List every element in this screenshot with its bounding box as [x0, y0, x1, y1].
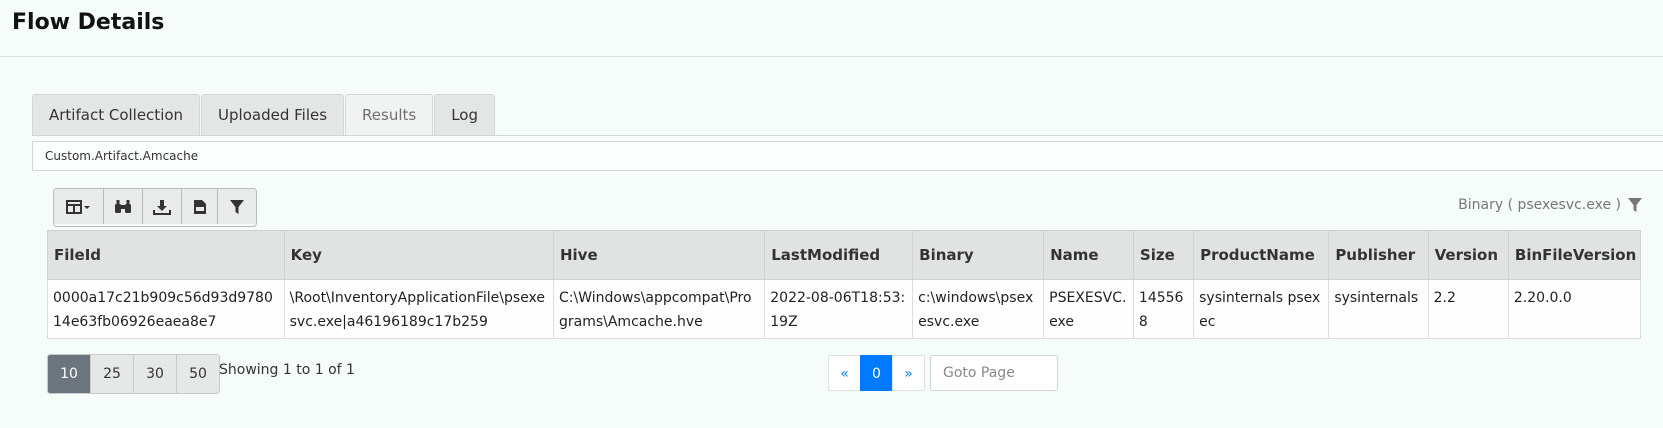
- cell-version: 2.2: [1427, 279, 1509, 339]
- pagination: « 0 »: [828, 355, 925, 391]
- columns-icon: [65, 199, 90, 214]
- table-header-row: FileId Key Hive LastModified Binary Name…: [47, 230, 1642, 280]
- tab-artifact-collection[interactable]: Artifact Collection: [32, 94, 201, 136]
- column-header-lastmodified[interactable]: LastModified: [764, 230, 914, 280]
- active-filter[interactable]: Binary ( psexesvc.exe ): [1458, 197, 1643, 213]
- column-header-size[interactable]: Size: [1132, 230, 1195, 280]
- cell-publisher: sysinternals: [1328, 279, 1429, 339]
- binoculars-icon: [115, 200, 131, 213]
- cell-name: PSEXESVC.exe: [1043, 279, 1134, 339]
- column-header-hive[interactable]: Hive: [552, 230, 766, 280]
- tab-log[interactable]: Log: [434, 94, 496, 136]
- column-header-binary[interactable]: Binary: [912, 230, 1045, 280]
- column-header-publisher[interactable]: Publisher: [1328, 230, 1429, 280]
- download-button[interactable]: [143, 189, 182, 224]
- column-header-binfileversion[interactable]: BinFileVersion: [1507, 230, 1642, 280]
- column-header-key[interactable]: Key: [283, 230, 554, 280]
- cell-binfileversion: 2.20.0.0: [1507, 279, 1642, 339]
- showing-count: Showing 1 to 1 of 1: [219, 362, 355, 378]
- column-header-name[interactable]: Name: [1043, 230, 1134, 280]
- column-header-fileid[interactable]: FileId: [47, 230, 285, 280]
- goto-page-input[interactable]: [930, 355, 1058, 391]
- export-csv-button[interactable]: [182, 189, 218, 224]
- results-table: FileId Key Hive LastModified Binary Name…: [47, 230, 1642, 339]
- column-header-productname[interactable]: ProductName: [1193, 230, 1330, 280]
- cell-hive: C:\Windows\appcompat\Programs\Amcache.hv…: [552, 279, 766, 339]
- next-page-button[interactable]: »: [892, 355, 925, 391]
- csv-file-icon: [193, 199, 206, 214]
- page-size-selector: 10 25 30 50: [47, 354, 220, 394]
- artifact-selector[interactable]: Custom.Artifact.Amcache: [32, 141, 1663, 171]
- page-size-25-button[interactable]: 25: [91, 355, 134, 393]
- page-size-10-button[interactable]: 10: [48, 355, 91, 393]
- tab-results[interactable]: Results: [345, 94, 434, 136]
- filter-button[interactable]: [218, 189, 256, 224]
- cell-productname: sysinternals psexec: [1193, 279, 1330, 339]
- cell-size: 145568: [1132, 279, 1195, 339]
- title-divider: [0, 56, 1663, 57]
- table-row[interactable]: 0000a17c21b909c56d93d978014e63fb06926eae…: [47, 279, 1642, 339]
- filter-icon: [230, 199, 244, 214]
- tab-uploaded-files[interactable]: Uploaded Files: [201, 94, 345, 136]
- column-selector-button[interactable]: [54, 189, 104, 224]
- page-size-30-button[interactable]: 30: [134, 355, 177, 393]
- download-icon: [153, 199, 171, 215]
- tabs-divider: [32, 135, 1663, 136]
- cell-lastmodified: 2022-08-06T18:53:19Z: [764, 279, 914, 339]
- active-filter-label: Binary ( psexesvc.exe ): [1458, 197, 1621, 213]
- tab-bar: Artifact Collection Uploaded Files Resul…: [32, 94, 496, 136]
- page-title: Flow Details: [12, 10, 165, 35]
- cell-fileid: 0000a17c21b909c56d93d978014e63fb06926eae…: [47, 279, 285, 339]
- page-size-50-button[interactable]: 50: [177, 355, 219, 393]
- cell-key: \Root\InventoryApplicationFile\psexesvc.…: [283, 279, 554, 339]
- cell-binary: c:\windows\psexesvc.exe: [912, 279, 1045, 339]
- table-toolbar: [53, 188, 257, 227]
- previous-page-button[interactable]: «: [828, 355, 861, 391]
- search-button[interactable]: [104, 189, 143, 224]
- current-page-button[interactable]: 0: [860, 355, 893, 391]
- column-header-version[interactable]: Version: [1427, 230, 1509, 280]
- filter-icon: [1628, 198, 1642, 212]
